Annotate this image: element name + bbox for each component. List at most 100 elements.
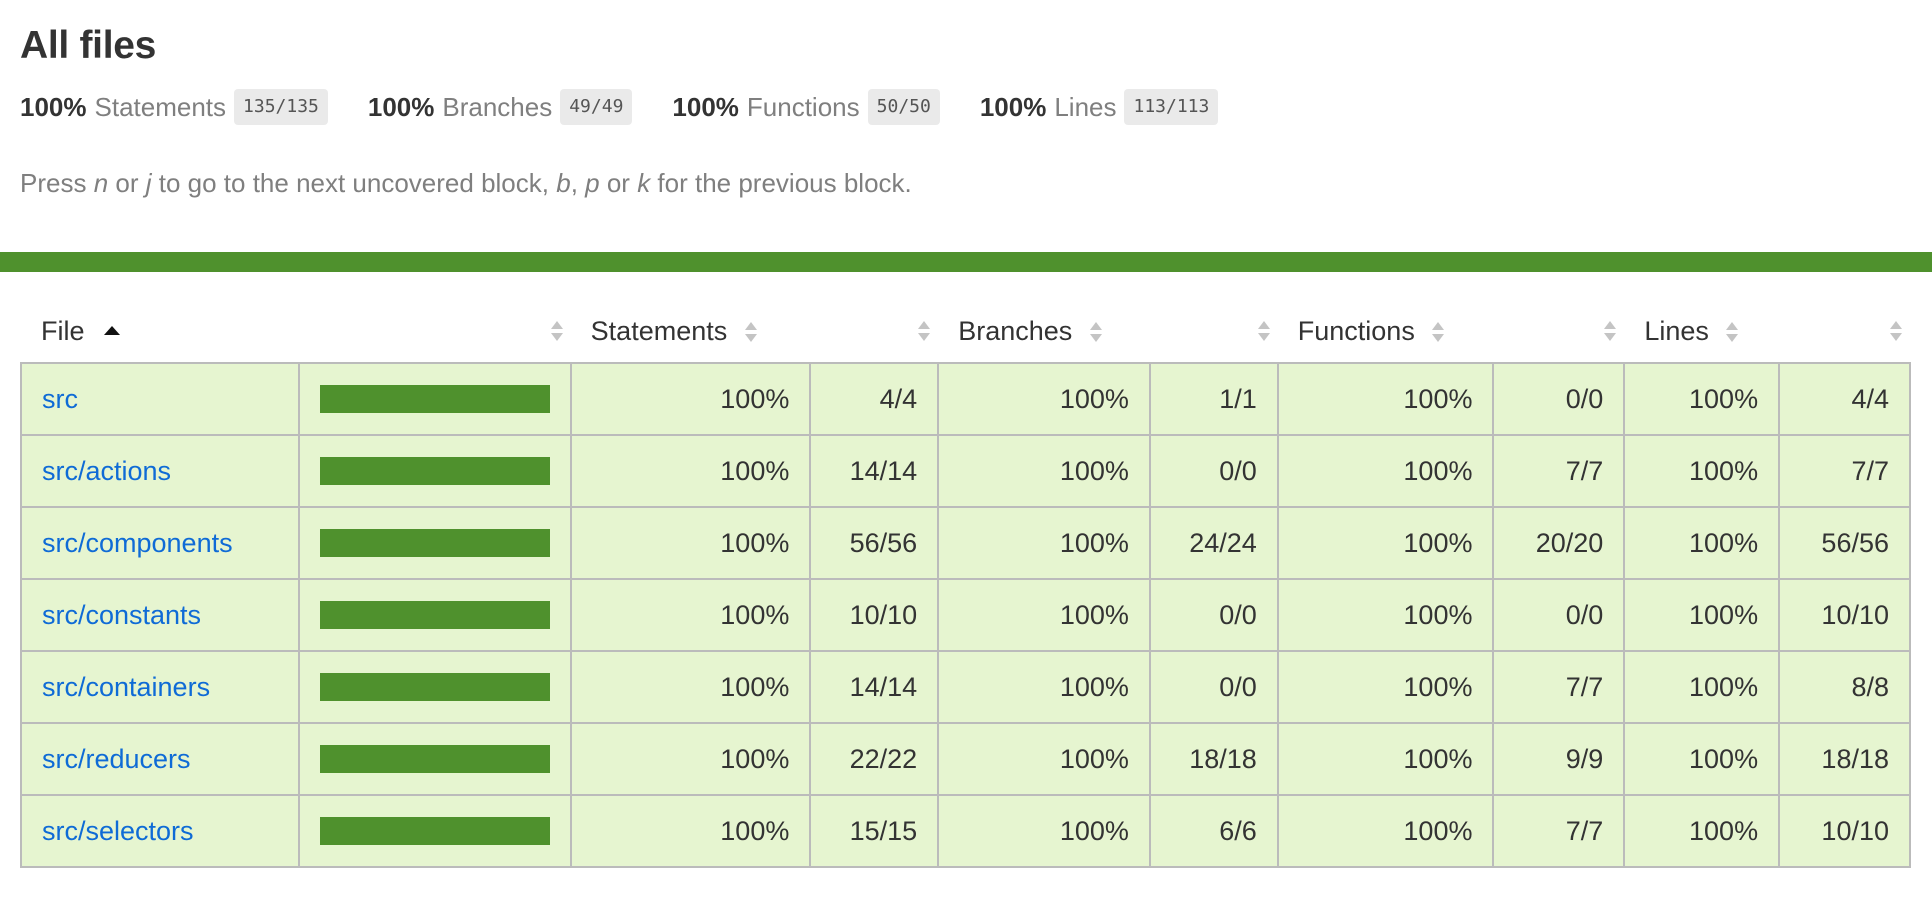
coverage-bar	[319, 457, 550, 485]
column-header-label: Functions	[1297, 315, 1415, 346]
lines-cell: 8/8	[1778, 650, 1911, 724]
column-header-statements[interactable]: Statements	[571, 300, 811, 363]
sort-icon	[550, 320, 563, 342]
keyboard-hint: Press n or j to go to the next uncovered…	[20, 168, 1912, 198]
table-row: src/selectors 100% 15/15 100% 6/6 100% 7/7 100%…	[20, 794, 1911, 868]
coverage-bar-cell	[297, 362, 572, 436]
summary-label: Lines	[1054, 91, 1117, 122]
statements-cell: 22/22	[809, 722, 940, 796]
coverage-bar-fill	[319, 601, 550, 629]
lines-cell: 56/56	[1778, 506, 1911, 580]
statements-cell: 4/4	[809, 362, 940, 436]
column-header-statements-raw[interactable]	[810, 300, 938, 363]
file-link[interactable]: src/actions	[42, 456, 171, 486]
coverage-bar-fill	[319, 529, 550, 557]
summary-label: Branches	[442, 91, 553, 122]
column-header-lines-raw[interactable]	[1779, 300, 1910, 363]
lines-cell: 10/10	[1778, 794, 1911, 868]
statements-pct-cell: 100%	[569, 506, 812, 580]
file-link[interactable]: src/components	[42, 528, 233, 558]
file-link[interactable]: src/containers	[42, 672, 210, 702]
summary-functions: 100% Functions 50/50	[672, 89, 940, 125]
coverage-bar	[319, 529, 550, 557]
functions-cell: 7/7	[1492, 650, 1626, 724]
coverage-summary: 100% Statements 135/135 100% Branches 49…	[20, 88, 1912, 126]
hint-key: k	[637, 168, 651, 198]
sort-icon	[1604, 320, 1617, 342]
hint-text: or	[108, 168, 146, 198]
functions-pct-cell: 100%	[1276, 362, 1495, 436]
functions-cell: 7/7	[1492, 434, 1626, 508]
file-link[interactable]: src/constants	[42, 600, 201, 630]
coverage-bar-cell	[297, 650, 572, 724]
sort-icon	[1890, 320, 1902, 342]
coverage-bar-cell	[297, 722, 572, 796]
column-header-functions[interactable]: Functions	[1278, 300, 1494, 363]
column-header-label: Lines	[1644, 315, 1709, 346]
file-cell: src/reducers	[20, 722, 300, 796]
hint-text: to go to the next uncovered block,	[151, 168, 557, 198]
coverage-bar-fill	[319, 745, 550, 773]
hint-text: for the previous block.	[650, 168, 912, 198]
branches-pct-cell: 100%	[937, 722, 1151, 796]
file-link[interactable]: src/reducers	[42, 744, 191, 774]
lines-pct-cell: 100%	[1623, 650, 1781, 724]
column-header-label: Branches	[958, 315, 1073, 346]
lines-pct-cell: 100%	[1623, 434, 1781, 508]
functions-pct-cell: 100%	[1276, 506, 1495, 580]
branches-pct-cell: 100%	[937, 578, 1151, 652]
file-link[interactable]: src/selectors	[42, 816, 194, 846]
branches-cell: 0/0	[1148, 434, 1279, 508]
file-cell: src/containers	[20, 650, 300, 724]
branches-cell: 24/24	[1148, 506, 1279, 580]
page-header: All files 100% Statements 135/135 100% B…	[0, 0, 1932, 198]
summary-lines: 100% Lines 113/113	[980, 89, 1219, 125]
branches-pct-cell: 100%	[937, 650, 1151, 724]
functions-pct-cell: 100%	[1276, 578, 1495, 652]
coverage-bar-fill	[319, 385, 550, 413]
lines-pct-cell: 100%	[1623, 506, 1781, 580]
table-header-row: File Statements Branches Functions Lines	[21, 300, 1910, 363]
table-row: src 100% 4/4 100% 1/1 100% 0/0 100% 4/4	[20, 362, 1911, 436]
lines-pct-cell: 100%	[1623, 578, 1781, 652]
statements-cell: 14/14	[809, 650, 940, 724]
sort-ascending-icon	[104, 325, 121, 335]
branches-pct-cell: 100%	[937, 434, 1151, 508]
lines-pct-cell: 100%	[1623, 722, 1781, 796]
coverage-bar-fill	[319, 457, 550, 485]
lines-cell: 7/7	[1778, 434, 1911, 508]
column-header-file-bar[interactable]	[299, 300, 571, 363]
column-header-functions-raw[interactable]	[1493, 300, 1624, 363]
branches-cell: 6/6	[1148, 794, 1279, 868]
table-row: src/constants 100% 10/10 100% 0/0 100% 0/0 100%…	[20, 578, 1911, 652]
summary-pct: 100%	[979, 91, 1047, 122]
file-cell: src/selectors	[20, 794, 300, 868]
branches-pct-cell: 100%	[937, 506, 1151, 580]
branches-cell: 0/0	[1148, 650, 1279, 724]
sort-icon	[744, 321, 757, 343]
column-header-lines[interactable]: Lines	[1624, 300, 1779, 363]
file-link[interactable]: src	[42, 384, 78, 414]
table-row: src/components 100% 56/56 100% 24/24 100% 20/2…	[20, 506, 1911, 580]
coverage-bar	[319, 601, 550, 629]
functions-cell: 20/20	[1492, 506, 1626, 580]
statements-cell: 56/56	[809, 506, 940, 580]
branches-cell: 0/0	[1148, 578, 1279, 652]
coverage-bar	[319, 673, 550, 701]
hint-key: p	[585, 168, 600, 198]
file-cell: src/actions	[20, 434, 300, 508]
summary-fraction: 135/135	[234, 89, 328, 125]
column-header-branches[interactable]: Branches	[938, 300, 1150, 363]
sort-icon	[1726, 321, 1739, 343]
column-header-branches-raw[interactable]	[1150, 300, 1278, 363]
functions-pct-cell: 100%	[1276, 722, 1495, 796]
file-cell: src/constants	[20, 578, 300, 652]
functions-cell: 0/0	[1492, 362, 1626, 436]
summary-fraction: 113/113	[1124, 89, 1219, 125]
column-header-file[interactable]: File	[21, 300, 299, 363]
table-row: src/reducers 100% 22/22 100% 18/18 100% 9/9 100…	[20, 722, 1911, 796]
sort-icon	[1257, 320, 1270, 342]
table-row: src/actions 100% 14/14 100% 0/0 100% 7/7 100% 7/…	[20, 434, 1911, 508]
statements-cell: 10/10	[809, 578, 940, 652]
coverage-bar-cell	[297, 506, 572, 580]
